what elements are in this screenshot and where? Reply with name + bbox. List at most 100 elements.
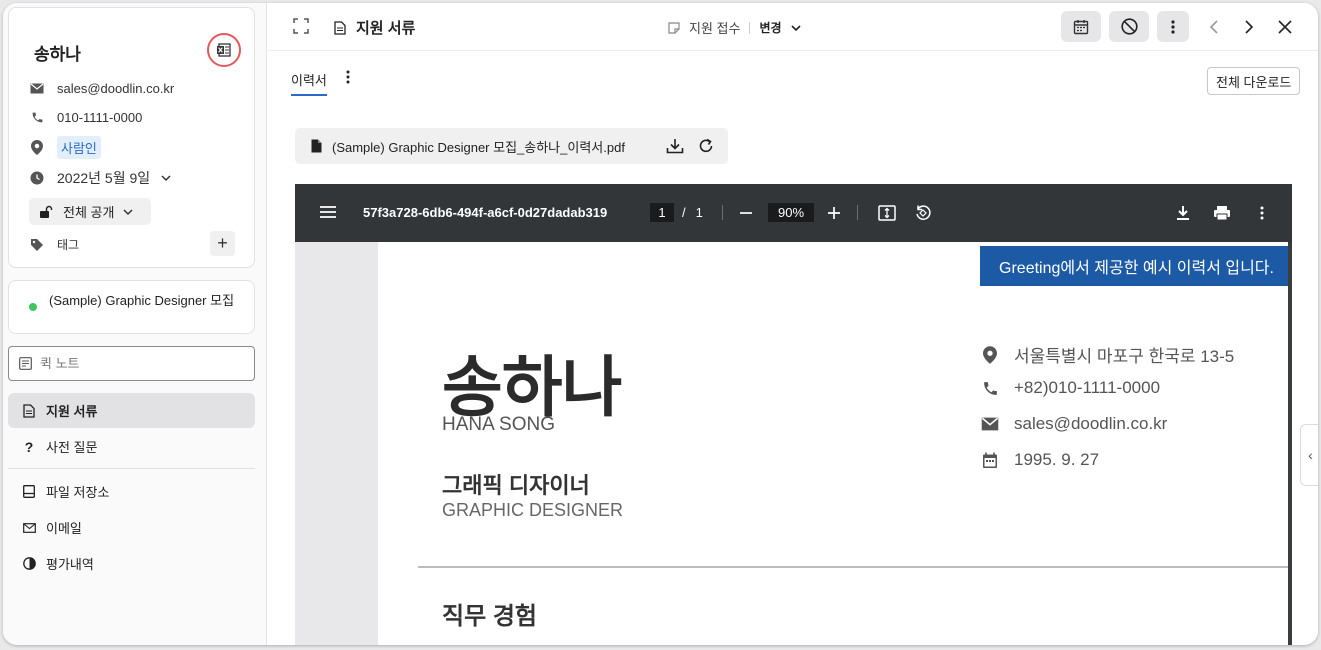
pdf-menu-button[interactable] — [319, 205, 337, 224]
mail-outline-icon — [22, 521, 36, 535]
file-chip: (Sample) Graphic Designer 모집_송하나_이력서.pdf — [295, 128, 728, 164]
pdf-page: Greeting에서 제공한 예시 이력서 입니다. 송하나 HANA SONG… — [378, 242, 1292, 645]
next-candidate-button[interactable] — [1237, 15, 1261, 39]
resume-birth: 1995. 9. 27 — [1014, 450, 1100, 469]
quick-note-input[interactable] — [40, 356, 240, 371]
file-download-button[interactable] — [666, 138, 684, 154]
resume-email-row: sales@doodlin.co.kr — [980, 414, 1167, 434]
tab-more-button[interactable] — [346, 70, 350, 89]
schedule-button[interactable] — [1061, 11, 1101, 42]
candidate-email[interactable]: sales@doodlin.co.kr — [57, 81, 174, 96]
pdf-scrollbar[interactable] — [1288, 242, 1292, 645]
candidate-sidebar: 송하나 sales@doodlin.co.kr 010-1111-0000 사람… — [3, 3, 267, 645]
pdf-more-button[interactable] — [1252, 203, 1272, 223]
mail-icon — [980, 414, 1000, 434]
page-title: 지원 서류 — [334, 17, 415, 38]
excel-icon — [217, 43, 231, 57]
close-icon — [1278, 20, 1292, 34]
resume-role-en: GRAPHIC DESIGNER — [442, 500, 624, 520]
block-icon — [1120, 18, 1138, 35]
chevron-left-icon: ‹ — [1308, 447, 1313, 463]
visibility-dropdown[interactable]: 전체 공개 — [29, 198, 151, 225]
document-icon — [22, 403, 36, 418]
pdf-print-button[interactable] — [1212, 203, 1232, 223]
more-vertical-icon — [1171, 19, 1175, 34]
phone-icon — [29, 109, 45, 125]
mail-icon — [29, 80, 45, 96]
change-stage-label: 변경 — [759, 21, 782, 35]
nav-divider — [8, 468, 255, 469]
question-icon: ? — [24, 438, 34, 455]
tab-resume[interactable]: 이력서 — [291, 70, 327, 96]
calendar-icon — [1073, 19, 1089, 34]
excel-export-button[interactable] — [207, 33, 241, 67]
pdf-toolbar: 57f3a728-6db6-494f-a6cf-0d27dadab319 1 /… — [295, 184, 1292, 242]
candidate-name: 송하나 — [34, 45, 81, 64]
pdf-download-button[interactable] — [1173, 203, 1193, 223]
nav-item-label: 사전 질문 — [46, 440, 98, 455]
job-status-dot — [29, 303, 37, 311]
storage-icon — [22, 485, 36, 499]
add-tag-button[interactable]: + — [210, 231, 235, 256]
close-button[interactable] — [1273, 15, 1297, 39]
minus-icon — [740, 212, 752, 214]
zoom-in-button[interactable] — [824, 203, 844, 223]
resume-address: 서울특별시 마포구 한국로 13-5 — [1014, 347, 1235, 366]
resume-email: sales@doodlin.co.kr — [1014, 414, 1168, 433]
chevron-left-icon — [1209, 20, 1218, 34]
pdf-canvas[interactable]: Greeting에서 제공한 예시 이력서 입니다. 송하나 HANA SONG… — [295, 242, 1292, 645]
resume-name-en: HANA SONG — [442, 414, 555, 435]
applied-date-row[interactable]: 2022년 5월 9일 — [29, 168, 172, 188]
more-vertical-icon — [1260, 206, 1264, 220]
stage-label: 지원 접수 — [689, 21, 741, 36]
applied-date: 2022년 5월 9일 — [57, 170, 151, 186]
fit-page-button[interactable] — [877, 203, 897, 223]
pdf-page-input[interactable]: 1 — [650, 203, 674, 222]
plus-icon — [828, 207, 840, 219]
tags-row: 태그 — [29, 236, 79, 253]
nav-item-label: 파일 저장소 — [46, 485, 110, 500]
evaluation-icon — [22, 557, 36, 571]
file-name: (Sample) Graphic Designer 모집_송하나_이력서.pdf — [332, 139, 625, 155]
pdf-total-pages: 1 — [695, 205, 703, 220]
chevron-down-icon — [790, 24, 801, 31]
expand-button[interactable] — [293, 18, 309, 39]
print-icon — [1214, 206, 1230, 221]
document-tabs: 이력서 전체 다운로드 — [268, 53, 1318, 98]
source-row: 사람인 — [29, 136, 101, 159]
top-bar: 지원 서류 지원 접수 변경 — [268, 3, 1318, 51]
nav-item-documents[interactable]: 지원 서류 — [8, 393, 255, 428]
stage-note-icon — [668, 21, 680, 34]
nav-item-label: 지원 서류 — [46, 404, 98, 419]
chevron-down-icon — [161, 175, 171, 182]
resume-section-title: 직무 경험 — [442, 603, 537, 630]
pdf-viewer: 57f3a728-6db6-494f-a6cf-0d27dadab319 1 /… — [295, 184, 1292, 645]
previous-candidate-button[interactable] — [1202, 15, 1226, 39]
nav-item-label: 평가내역 — [46, 557, 94, 572]
job-title: (Sample) Graphic Designer 모집 — [49, 293, 235, 308]
page-title-text: 지원 서류 — [356, 20, 416, 37]
nav-item-evaluations[interactable]: 평가내역 — [8, 546, 255, 581]
source-badge: 사람인 — [57, 136, 101, 159]
nav-item-email[interactable]: 이메일 — [8, 510, 255, 545]
reject-button[interactable] — [1109, 11, 1149, 42]
email-row: sales@doodlin.co.kr — [29, 80, 174, 96]
zoom-level-input[interactable]: 90% — [768, 203, 814, 222]
download-icon — [666, 139, 684, 154]
download-icon — [1177, 206, 1189, 220]
chevron-down-icon — [123, 208, 133, 215]
app-window: 송하나 sales@doodlin.co.kr 010-1111-0000 사람… — [3, 3, 1318, 645]
rotate-button[interactable] — [913, 203, 933, 223]
phone-icon — [980, 378, 1000, 398]
nav-item-file-storage[interactable]: 파일 저장소 — [8, 474, 255, 509]
nav-item-pre-questions[interactable]: ? 사전 질문 — [8, 429, 255, 464]
job-card[interactable]: (Sample) Graphic Designer 모집 — [8, 280, 255, 334]
calendar-icon — [980, 450, 1000, 470]
change-stage-button[interactable]: 변경 — [759, 19, 801, 36]
more-options-button[interactable] — [1157, 11, 1189, 42]
file-refresh-button[interactable] — [698, 138, 714, 154]
side-panel-toggle[interactable]: ‹ — [1300, 424, 1318, 486]
zoom-out-button[interactable] — [736, 203, 756, 223]
quick-note-field[interactable] — [8, 346, 255, 381]
download-all-button[interactable]: 전체 다운로드 — [1207, 67, 1301, 95]
